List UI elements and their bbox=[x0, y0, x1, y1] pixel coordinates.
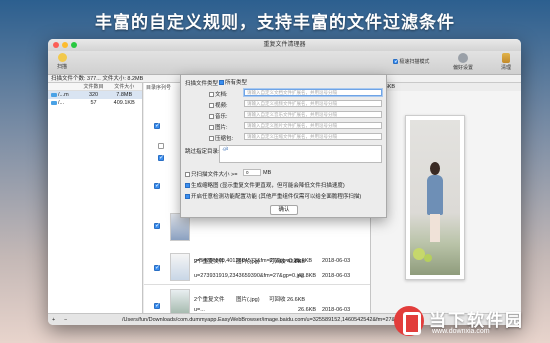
window-title: 重复文件清理器 bbox=[263, 42, 306, 48]
advanced-mode-toggle[interactable]: 极速扫描模式 bbox=[393, 58, 429, 65]
watermark-logo-icon bbox=[394, 306, 424, 336]
folder-row[interactable]: /... 57 409.1KB bbox=[48, 99, 142, 107]
image-extensions-input[interactable]: 请输入自定义图片文件扩展名，并用逗号分隔 bbox=[244, 122, 382, 129]
group-checkbox[interactable] bbox=[154, 222, 160, 229]
type-archive-checkbox[interactable] bbox=[209, 136, 214, 142]
add-button[interactable]: + bbox=[52, 314, 55, 325]
group-checkbox[interactable] bbox=[154, 264, 160, 271]
thumbnail-checkbox[interactable] bbox=[185, 183, 190, 189]
music-extensions-input[interactable]: 请输入自定义音乐文件扩展名，并用逗号分隔 bbox=[244, 111, 382, 118]
close-button[interactable] bbox=[53, 42, 59, 48]
group-checkbox[interactable] bbox=[154, 302, 160, 309]
preview-pane: 880.6KB bbox=[370, 83, 521, 313]
thumbnail-option[interactable]: 生成缩略图 (显示重复文件更直观，但可能会降低文件扫描速度) bbox=[185, 181, 345, 189]
min-size-checkbox[interactable] bbox=[185, 172, 190, 178]
fast-detect-option[interactable]: 开启任意检测功能配置功能 (其他严重组件仅需可以给全面脆程序扫描) bbox=[185, 192, 361, 200]
type-music-option[interactable]: 音乐: bbox=[209, 112, 228, 120]
file-path: /Users/fun/Downloads/com.dummyapp.EasyWe… bbox=[122, 317, 417, 323]
doc-extensions-input[interactable]: 请输入自定义文档文件扩展名，并用逗号分隔 bbox=[244, 89, 382, 96]
scan-types-label: 扫描文件类型 bbox=[185, 81, 219, 87]
type-video-checkbox[interactable] bbox=[209, 103, 214, 109]
skip-dirs-label: 跳过指定目录: bbox=[185, 149, 220, 155]
item-checkbox[interactable] bbox=[158, 143, 164, 149]
group-checkbox[interactable] bbox=[154, 182, 160, 189]
all-types-option[interactable]: 所有类型 bbox=[219, 78, 247, 86]
clean-button[interactable]: 清理 bbox=[496, 53, 516, 71]
confirm-button[interactable]: 确认 bbox=[270, 205, 298, 215]
all-types-checkbox[interactable] bbox=[219, 80, 224, 86]
item-checkbox[interactable] bbox=[158, 154, 164, 161]
column-header: 目录序列号 bbox=[146, 85, 172, 91]
scan-button[interactable]: 扫描 bbox=[52, 53, 72, 70]
type-music-checkbox[interactable] bbox=[209, 114, 214, 120]
preferences-button[interactable]: 偏好设置 bbox=[450, 53, 476, 71]
folder-icon bbox=[51, 100, 57, 105]
remove-button[interactable]: − bbox=[64, 314, 67, 325]
folder-icon bbox=[51, 92, 57, 97]
fast-detect-checkbox[interactable] bbox=[185, 194, 190, 200]
broom-icon bbox=[502, 53, 510, 63]
scan-icon bbox=[57, 53, 67, 62]
title-bar: 重复文件清理器 bbox=[48, 39, 521, 51]
preview-size: 880.6KB bbox=[371, 83, 521, 91]
folder-list: 文件数目 文件大小 /...m 320 7.8MB /... 57 409.1K… bbox=[48, 83, 143, 313]
minimize-button[interactable] bbox=[62, 42, 68, 48]
gear-icon bbox=[458, 53, 468, 63]
advanced-mode-checkbox[interactable] bbox=[393, 58, 399, 65]
type-image-checkbox[interactable] bbox=[209, 125, 214, 131]
group-checkbox[interactable] bbox=[154, 122, 160, 129]
filter-settings-dialog: 扫描文件类型 所有类型 文档: 请输入自定义文档文件扩展名，并用逗号分隔 视频:… bbox=[180, 74, 387, 218]
file-thumbnail bbox=[170, 253, 190, 281]
type-image-option[interactable]: 图片: bbox=[209, 123, 228, 131]
skip-dirs-field[interactable]: .git bbox=[219, 145, 382, 163]
zoom-button[interactable] bbox=[71, 42, 77, 48]
type-archive-option[interactable]: 压缩包: bbox=[209, 134, 233, 142]
type-doc-checkbox[interactable] bbox=[209, 92, 214, 98]
min-size-unit: MB bbox=[263, 170, 272, 176]
min-size-option[interactable]: 只扫描文件大小 >= bbox=[185, 170, 237, 178]
watermark: 当下软件园 www.downxia.com bbox=[394, 306, 544, 340]
type-doc-option[interactable]: 文档: bbox=[209, 90, 228, 98]
duplicate-group[interactable]: 2个重复文件 图片(.jpg) 可回收 42.8KB u=273931919,2… bbox=[144, 247, 370, 285]
promo-banner: 丰富的自定义规则，支持丰富的文件过滤条件 bbox=[95, 13, 455, 32]
folder-list-header: 文件数目 文件大小 bbox=[48, 83, 142, 91]
min-size-input[interactable]: 0 bbox=[243, 169, 261, 176]
video-extensions-input[interactable]: 请输入自定义视频文件扩展名，并用逗号分隔 bbox=[244, 100, 382, 107]
type-video-option[interactable]: 视频: bbox=[209, 101, 228, 109]
archive-extensions-input[interactable]: 请输入自定义压缩文件扩展名，并用逗号分隔 bbox=[244, 133, 382, 140]
toolbar: 扫描 极速扫描模式 偏好设置 清理 bbox=[48, 51, 521, 75]
folder-row[interactable]: /...m 320 7.8MB bbox=[48, 91, 142, 99]
image-preview bbox=[405, 115, 465, 280]
